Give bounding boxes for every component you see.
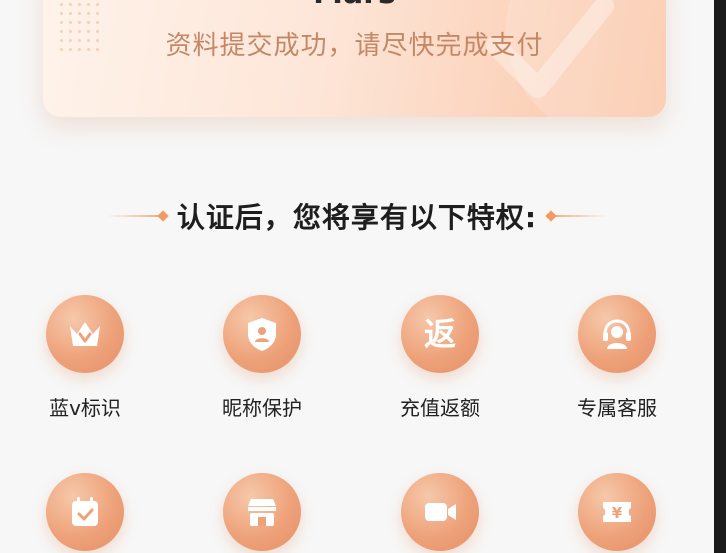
benefit-blue-v[interactable]: 蓝v标识 bbox=[20, 295, 150, 421]
benefit-icon-badge: ¥ bbox=[578, 473, 656, 551]
rebate-icon: 返 bbox=[423, 315, 456, 353]
benefit-dedicated-service[interactable]: 专属客服 bbox=[552, 295, 682, 421]
heading-decoration-left bbox=[106, 210, 169, 222]
benefit-icon-badge bbox=[223, 473, 301, 551]
benefit-label: 昵称保护 bbox=[222, 396, 302, 420]
user-name: Mars bbox=[43, 0, 666, 12]
headset-icon bbox=[603, 319, 631, 349]
benefit-label: 充值返额 bbox=[400, 396, 480, 420]
submission-message: 资料提交成功，请尽快完成支付 bbox=[165, 31, 544, 61]
benefit-video[interactable] bbox=[375, 473, 505, 553]
benefit-coupon[interactable]: ¥ bbox=[552, 473, 682, 553]
benefit-label: 专属客服 bbox=[577, 396, 657, 420]
video-camera-icon bbox=[425, 503, 456, 521]
crown-icon bbox=[70, 322, 100, 346]
benefit-store[interactable] bbox=[197, 473, 327, 553]
verification-page: Mars 资料提交成功，请尽快完成支付 认证后，您将享有以下特权: 蓝v标识 bbox=[0, 0, 726, 553]
benefits-title: 认证后，您将享有以下特权: bbox=[176, 201, 538, 234]
shield-user-icon bbox=[248, 318, 276, 351]
benefit-calendar[interactable] bbox=[20, 473, 150, 553]
benefit-nickname-protection[interactable]: 昵称保护 bbox=[197, 295, 327, 421]
benefit-icon-badge bbox=[46, 473, 124, 551]
heading-diamond-right bbox=[545, 210, 557, 222]
benefit-icon-badge bbox=[46, 295, 124, 373]
coupon-yuan-glyph: ¥ bbox=[612, 504, 623, 522]
store-icon bbox=[248, 499, 276, 526]
coupon-yuan-icon: ¥ bbox=[603, 502, 631, 522]
benefits-heading: 认证后，您将享有以下特权: bbox=[0, 194, 714, 238]
benefit-icon-badge bbox=[223, 295, 301, 373]
benefit-label: 蓝v标识 bbox=[49, 396, 121, 420]
window-edge bbox=[714, 0, 726, 553]
benefit-icon-badge bbox=[401, 473, 479, 551]
benefit-icon-badge bbox=[578, 295, 656, 373]
submission-status-card: Mars 资料提交成功，请尽快完成支付 bbox=[43, 0, 666, 117]
benefit-icon-badge: 返 bbox=[401, 295, 479, 373]
heading-decoration-right bbox=[545, 210, 608, 222]
benefit-recharge-rebate[interactable]: 返 充值返额 bbox=[375, 295, 505, 421]
heading-diamond-left bbox=[157, 210, 169, 222]
calendar-check-icon bbox=[72, 497, 98, 526]
